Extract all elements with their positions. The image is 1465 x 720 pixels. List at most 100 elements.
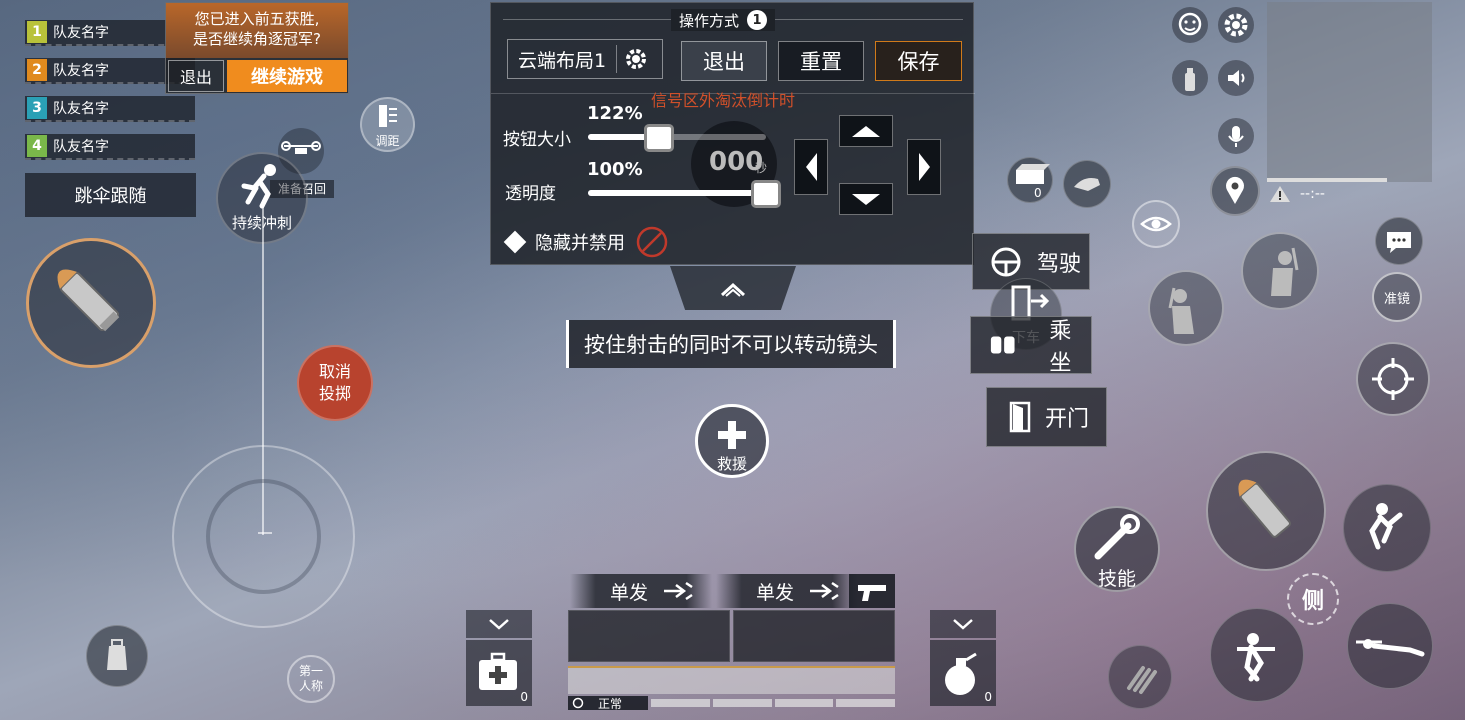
- first-person-line2: 人称: [298, 679, 323, 693]
- map-marker-button[interactable]: [1210, 166, 1260, 216]
- aim-button[interactable]: [1356, 342, 1430, 416]
- skill-button[interactable]: 技能: [1074, 506, 1160, 592]
- panel-exit-button[interactable]: 退出: [681, 41, 767, 81]
- layout-settings-panel: 操作方式 1 云端布局1 退出 重置 保存 信号区外淘汰倒计时 000 秒 按钮…: [490, 2, 975, 265]
- opacity-value: 100%: [587, 159, 643, 180]
- collapse-panel-tab[interactable]: [670, 266, 796, 310]
- movement-joystick[interactable]: [172, 445, 355, 628]
- speaker-button[interactable]: [1218, 60, 1254, 96]
- prone-icon: [1356, 639, 1425, 657]
- cancel-throw-button[interactable]: 取消 投掷: [297, 345, 373, 421]
- joystick-center-mark: [258, 532, 272, 534]
- supply-button[interactable]: 0: [1007, 157, 1053, 203]
- microphone-button[interactable]: [1218, 118, 1254, 154]
- lean-left-icon: [1168, 287, 1194, 334]
- first-person-toggle[interactable]: 第一 人称: [287, 655, 335, 703]
- energy-bar: 正常: [568, 696, 895, 711]
- peek-button[interactable]: [1132, 200, 1180, 248]
- rescue-label: 救援: [716, 455, 747, 473]
- grenade-expand-button[interactable]: [930, 610, 996, 638]
- teammate-number: 1: [27, 21, 47, 43]
- weapon-1-fire-mode[interactable]: 单发: [570, 574, 712, 608]
- chevron-down-icon: [489, 619, 509, 630]
- medkit-button[interactable]: 0: [466, 640, 532, 706]
- button-size-slider[interactable]: [588, 134, 766, 140]
- pistol-slot[interactable]: [849, 574, 895, 608]
- weapon-2-fire-mode[interactable]: 单发: [716, 574, 858, 608]
- opacity-slider[interactable]: [588, 190, 766, 196]
- move-right-button[interactable]: [907, 139, 941, 195]
- top5-exit-button[interactable]: 退出: [168, 60, 224, 92]
- open-door-button[interactable]: 开门: [986, 387, 1107, 447]
- teammate-number: 2: [27, 59, 47, 81]
- rescue-button[interactable]: 救援: [695, 404, 769, 478]
- move-left-button[interactable]: [794, 139, 828, 195]
- gear-icon[interactable]: [623, 46, 649, 72]
- layout-selector[interactable]: 云端布局1: [507, 39, 663, 79]
- spray-button[interactable]: [1172, 60, 1208, 96]
- teammate-row-3: 3 队友名字: [25, 96, 195, 122]
- arrow-right-icon: [918, 153, 930, 181]
- grenade-count: 0: [984, 690, 992, 704]
- gear-icon: [1224, 13, 1248, 37]
- distance-label: 调距: [375, 134, 400, 148]
- jump-button[interactable]: [1343, 484, 1431, 572]
- button-size-label: 按钮大小: [503, 130, 571, 150]
- weapon-slot-1[interactable]: [568, 610, 730, 662]
- left-fire-button[interactable]: [26, 238, 156, 368]
- medkit-count: 0: [520, 690, 528, 704]
- pickup-hand-button[interactable]: [1063, 160, 1111, 208]
- right-fire-button[interactable]: [1206, 451, 1326, 571]
- location-pin-icon: [1226, 176, 1244, 204]
- minimap-distance: --:--: [1268, 184, 1325, 204]
- minimap-distance-text: --:--: [1300, 186, 1325, 202]
- emote-button[interactable]: [1172, 7, 1208, 43]
- grenade-button[interactable]: 0: [930, 640, 996, 706]
- arrow-up-icon: [852, 125, 880, 137]
- voice-status-text: 正常: [598, 696, 623, 711]
- opacity-slider-knob[interactable]: [751, 180, 781, 208]
- single-shot-icon: [664, 581, 693, 601]
- panel-save-button[interactable]: 保存: [875, 41, 962, 81]
- distance-adjust-button[interactable]: 调距: [360, 97, 415, 152]
- panel-reset-button[interactable]: 重置: [778, 41, 864, 81]
- arrow-left-icon: [805, 153, 817, 181]
- pistol-icon: [858, 585, 886, 601]
- button-size-slider-knob[interactable]: [644, 124, 675, 152]
- backpack-button[interactable]: [86, 625, 148, 687]
- mode-number-badge: 1: [747, 10, 768, 30]
- teammate-number: 4: [27, 135, 47, 157]
- move-up-button[interactable]: [839, 115, 893, 147]
- chat-button[interactable]: [1375, 217, 1423, 265]
- cancel-throw-line1: 取消: [318, 362, 351, 381]
- disable-icon[interactable]: [635, 225, 669, 259]
- reload-button[interactable]: [1108, 645, 1172, 709]
- hint-banner: 按住射击的同时不可以转动镜头: [566, 320, 896, 368]
- backpack-icon: [107, 639, 127, 670]
- crouch-button[interactable]: [1210, 608, 1304, 702]
- opacity-label: 透明度: [505, 184, 556, 204]
- emote-icon: [1178, 12, 1202, 36]
- continue-game-button[interactable]: 继续游戏: [227, 60, 347, 92]
- teammate-name: 队友名字: [53, 63, 109, 79]
- medkit-expand-button[interactable]: [466, 610, 532, 638]
- move-down-button[interactable]: [839, 183, 893, 215]
- panel-title: 操作方式 1: [671, 9, 776, 31]
- parachute-follow-button[interactable]: 跳伞跟随: [25, 173, 196, 217]
- settings-button[interactable]: [1218, 7, 1254, 43]
- lean-right-button[interactable]: [1241, 232, 1319, 310]
- hide-disable-option[interactable]: 隐藏并禁用: [503, 225, 669, 259]
- prone-button[interactable]: [1347, 603, 1433, 689]
- skill-label: 技能: [1097, 568, 1136, 590]
- top5-message-line1: 您已进入前五获胜,: [194, 10, 320, 28]
- minimap[interactable]: [1267, 2, 1432, 182]
- ride-button[interactable]: 乘坐: [970, 316, 1092, 376]
- seat-icon: [990, 336, 1015, 354]
- weapon-slot-2[interactable]: [733, 610, 895, 662]
- speaker-icon: [1228, 70, 1245, 86]
- scope-button[interactable]: 准镜: [1372, 272, 1422, 322]
- energy-segment: [651, 699, 710, 707]
- steering-wheel-icon: [991, 247, 1021, 276]
- lean-left-button[interactable]: [1148, 270, 1224, 346]
- first-person-line1: 第一: [298, 664, 323, 678]
